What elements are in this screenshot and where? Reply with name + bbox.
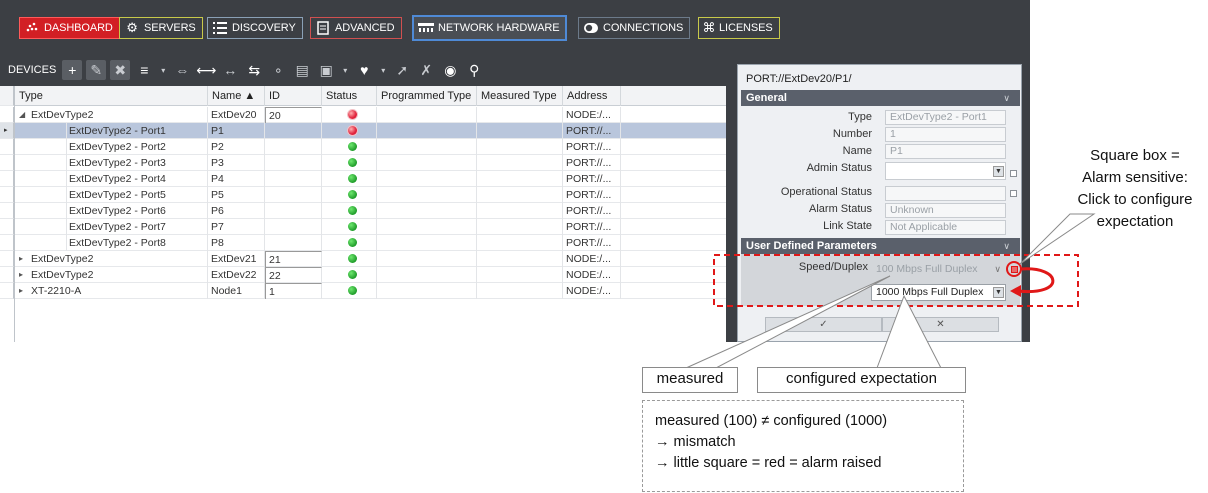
note-line-1: measured (100) ≠ configured (1000) — [655, 413, 888, 429]
mismatch-note: measured (100) ≠ configured (1000) → mis… — [642, 400, 964, 492]
alarm-box-circle — [1006, 261, 1022, 277]
note-line-3: → little square = red = alarm raised — [655, 455, 882, 471]
callout-line-2: Alarm sensitive: — [1082, 169, 1188, 186]
arrowhead-icon — [1010, 285, 1021, 297]
note-line-2: → mismatch — [655, 434, 736, 450]
callout-line-1: Square box = — [1090, 147, 1180, 164]
highlight-box — [713, 254, 1079, 307]
curved-arrow — [1017, 267, 1055, 294]
callout-line-4: expectation — [1096, 213, 1174, 230]
configured-callout: configured expectation — [757, 367, 966, 393]
measured-pointer — [685, 275, 891, 369]
measured-callout: measured — [642, 367, 738, 393]
annotation-overlay — [685, 213, 1096, 369]
callout-line-3: Click to configure — [1077, 191, 1193, 208]
square-box-callout: Square box = Alarm sensitive: Click to c… — [1066, 145, 1204, 230]
